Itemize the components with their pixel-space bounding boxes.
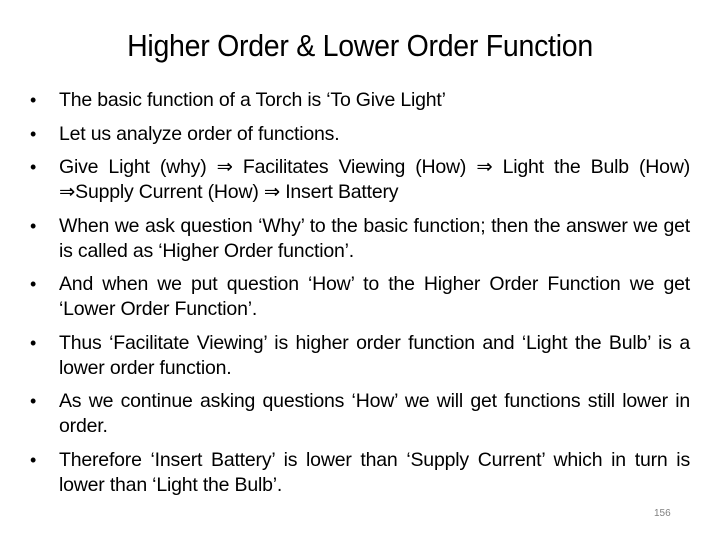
slide-title: Higher Order & Lower Order Function <box>127 28 593 63</box>
bullet-item: • Therefore ‘Insert Battery’ is lower th… <box>30 448 690 498</box>
bullet-item: • Thus ‘Facilitate Viewing’ is higher or… <box>30 331 690 381</box>
page-number: 156 <box>654 508 671 519</box>
bullet-text: Give Light (why) ⇒ Facilitates Viewing (… <box>59 156 690 203</box>
bullet-item: • The basic function of a Torch is ‘To G… <box>30 88 690 113</box>
bullet-icon: • <box>30 215 37 236</box>
bullet-item: • Give Light (why) ⇒ Facilitates Viewing… <box>30 155 690 205</box>
bullet-item: • As we continue asking questions ‘How’ … <box>30 389 690 439</box>
bullet-text: When we ask question ‘Why’ to the basic … <box>59 214 690 262</box>
bullet-item: • Let us analyze order of functions. <box>30 122 690 147</box>
bullet-icon: • <box>30 123 37 144</box>
bullet-text: The basic function of a Torch is ‘To Giv… <box>59 89 446 111</box>
bullet-icon: • <box>30 274 37 294</box>
bullet-text: Let us analyze order of functions. <box>59 122 340 145</box>
bullet-item: • And when we put question ‘How’ to the … <box>30 272 690 322</box>
bullet-list: • The basic function of a Torch is ‘To G… <box>30 88 690 506</box>
bullet-icon: • <box>30 157 37 177</box>
bullet-icon: • <box>30 391 37 411</box>
bullet-icon: • <box>30 332 37 353</box>
bullet-icon: • <box>30 449 37 470</box>
bullet-text: Thus ‘Facilitate Viewing’ is higher orde… <box>59 331 690 379</box>
bullet-icon: • <box>30 90 37 110</box>
bullet-text: And when we put question ‘How’ to the Hi… <box>59 273 690 320</box>
bullet-text: Therefore ‘Insert Battery’ is lower than… <box>59 448 690 496</box>
bullet-item: • When we ask question ‘Why’ to the basi… <box>30 214 690 264</box>
bullet-text: As we continue asking questions ‘How’ we… <box>59 390 690 437</box>
